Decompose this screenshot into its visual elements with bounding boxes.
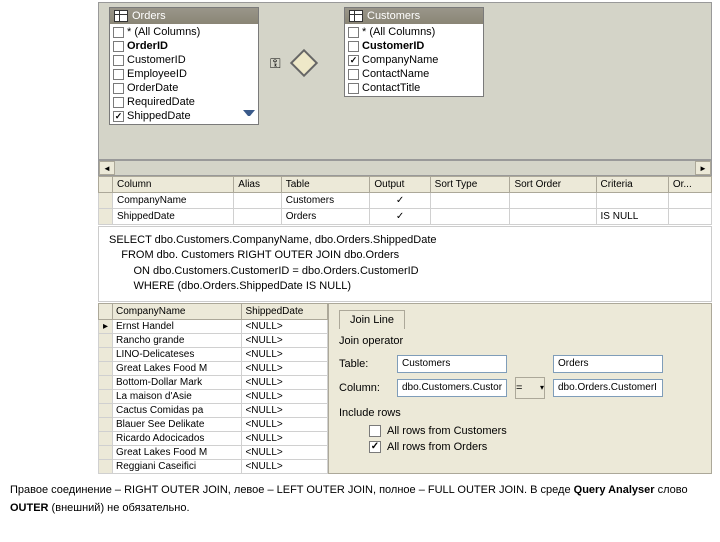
- table-title-label: Customers: [367, 10, 420, 22]
- results-row[interactable]: Great Lakes Food M<NULL>: [99, 445, 328, 459]
- right-table-field[interactable]: Orders: [553, 355, 663, 373]
- checkbox[interactable]: [348, 69, 359, 80]
- checkbox[interactable]: [369, 441, 381, 453]
- checkbox[interactable]: [113, 97, 124, 108]
- grid-header-row: Column Alias Table Output Sort Type Sort…: [99, 177, 712, 193]
- checkbox[interactable]: [369, 425, 381, 437]
- column-row[interactable]: * (All Columns): [111, 25, 257, 39]
- column-row[interactable]: OrderDate: [111, 81, 257, 95]
- key-icon: ⚿: [270, 55, 281, 72]
- customers-columns-list: * (All Columns) CustomerID CompanyName C…: [345, 24, 483, 96]
- results-row[interactable]: Cactus Comidas pa<NULL>: [99, 403, 328, 417]
- column-row[interactable]: CompanyName: [346, 53, 482, 67]
- checkbox[interactable]: [348, 83, 359, 94]
- checkbox[interactable]: [348, 41, 359, 52]
- checkbox[interactable]: [113, 83, 124, 94]
- filter-icon: [243, 110, 255, 122]
- column-row[interactable]: OrderID: [111, 39, 257, 53]
- include-rows-label: Include rows: [339, 407, 701, 419]
- checkbox[interactable]: [113, 55, 124, 66]
- join-connector[interactable]: ⚿: [294, 53, 314, 73]
- include-right-row[interactable]: All rows from Orders: [339, 439, 701, 455]
- column-row[interactable]: ContactTitle: [346, 81, 482, 95]
- orders-columns-list: * (All Columns) OrderID CustomerID Emplo…: [110, 24, 258, 124]
- grid-row[interactable]: CompanyNameCustomers ✓: [99, 193, 712, 209]
- join-operator-label: Join operator: [339, 335, 701, 347]
- column-row[interactable]: * (All Columns): [346, 25, 482, 39]
- join-properties-panel: Join Line Join operator Table: Customers…: [328, 303, 712, 474]
- results-row[interactable]: ▸Ernst Handel<NULL>: [99, 319, 328, 333]
- left-table-field[interactable]: Customers: [397, 355, 507, 373]
- include-left-row[interactable]: All rows from Customers: [339, 423, 701, 439]
- checkbox[interactable]: [113, 111, 124, 122]
- scroll-left-button[interactable]: ◄: [99, 161, 115, 175]
- query-designer-canvas[interactable]: Orders * (All Columns) OrderID CustomerI…: [98, 2, 712, 160]
- column-row[interactable]: ContactName: [346, 67, 482, 81]
- horizontal-scrollbar[interactable]: ◄ ►: [98, 160, 712, 176]
- table-title-label: Orders: [132, 10, 166, 22]
- results-row[interactable]: Blauer See Delikate<NULL>: [99, 417, 328, 431]
- footer-text: Правое соединение – RIGHT OUTER JOIN, ле…: [10, 480, 710, 517]
- join-diamond-icon[interactable]: [290, 49, 318, 77]
- table-title-customers[interactable]: Customers: [345, 8, 483, 24]
- results-grid: CompanyName ShippedDate ▸Ernst Handel<NU…: [98, 303, 328, 474]
- chevron-down-icon: ▾: [540, 383, 544, 392]
- results-header[interactable]: ShippedDate: [242, 303, 328, 319]
- checkbox[interactable]: [348, 55, 359, 66]
- table-panel-orders[interactable]: Orders * (All Columns) OrderID CustomerI…: [109, 7, 259, 125]
- table-icon: [114, 10, 128, 22]
- table-title-orders[interactable]: Orders: [110, 8, 258, 24]
- results-row[interactable]: Reggiani Caseifici<NULL>: [99, 459, 328, 473]
- checkbox[interactable]: [348, 27, 359, 38]
- column-row[interactable]: EmployeeID: [111, 67, 257, 81]
- right-column-field[interactable]: dbo.Orders.CustomerI: [553, 379, 663, 397]
- grid-row[interactable]: ShippedDateOrders ✓IS NULL: [99, 209, 712, 225]
- results-row[interactable]: Rancho grande<NULL>: [99, 333, 328, 347]
- results-row[interactable]: Great Lakes Food M<NULL>: [99, 361, 328, 375]
- results-row[interactable]: Ricardo Adocicados<NULL>: [99, 431, 328, 445]
- table-icon: [349, 10, 363, 22]
- scroll-right-button[interactable]: ►: [695, 161, 711, 175]
- results-header[interactable]: CompanyName: [113, 303, 242, 319]
- column-row[interactable]: RequiredDate: [111, 95, 257, 109]
- results-row[interactable]: LINO-Delicateses<NULL>: [99, 347, 328, 361]
- column-row[interactable]: ShippedDate: [111, 109, 257, 123]
- results-row[interactable]: Bottom-Dollar Mark<NULL>: [99, 375, 328, 389]
- left-column-field[interactable]: dbo.Customers.Custor: [397, 379, 507, 397]
- tab-join-line[interactable]: Join Line: [339, 310, 405, 329]
- checkbox[interactable]: [113, 41, 124, 52]
- criteria-grid: Column Alias Table Output Sort Type Sort…: [98, 176, 712, 225]
- checkbox[interactable]: [113, 27, 124, 38]
- column-row[interactable]: CustomerID: [111, 53, 257, 67]
- operator-dropdown[interactable]: =▾: [515, 377, 545, 399]
- table-panel-customers[interactable]: Customers * (All Columns) CustomerID Com…: [344, 7, 484, 97]
- column-row[interactable]: CustomerID: [346, 39, 482, 53]
- results-row[interactable]: La maison d'Asie<NULL>: [99, 389, 328, 403]
- checkbox[interactable]: [113, 69, 124, 80]
- sql-text-panel[interactable]: SELECT dbo.Customers.CompanyName, dbo.Or…: [98, 226, 712, 302]
